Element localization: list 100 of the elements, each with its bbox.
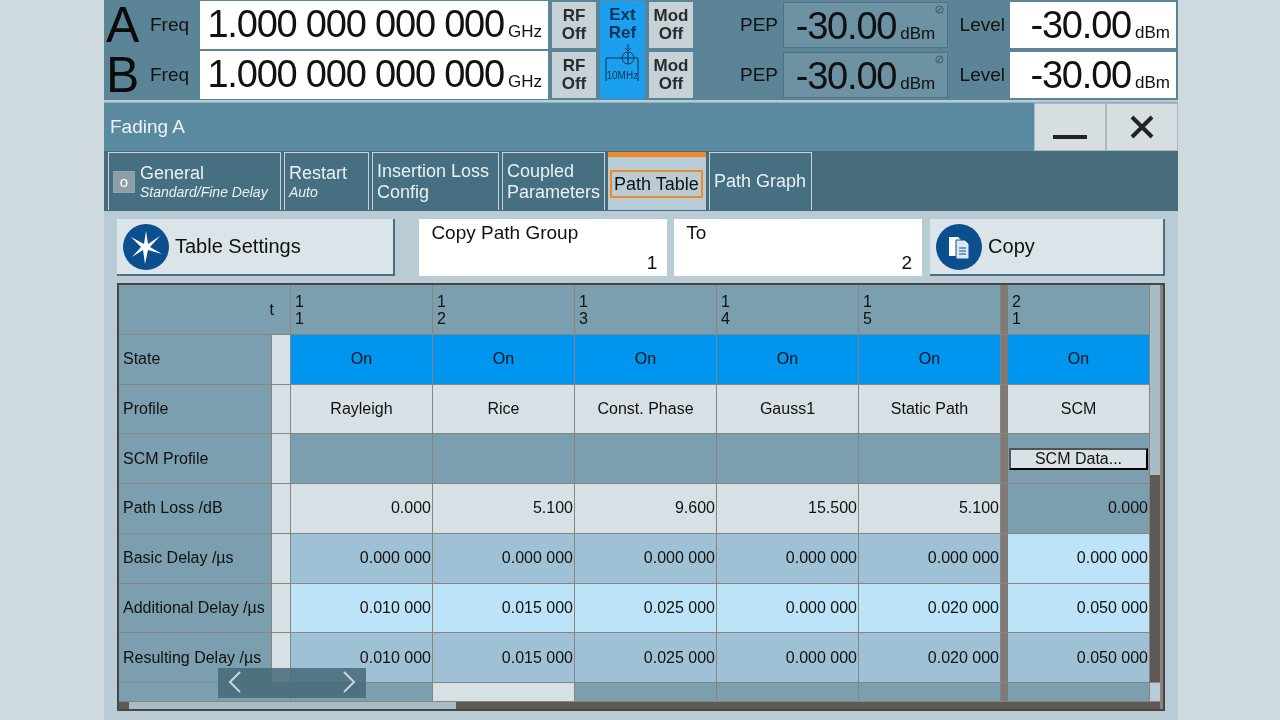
vertical-scrollbar[interactable]	[1150, 285, 1160, 682]
table-cell[interactable]: 5.100	[433, 484, 574, 533]
column-header: 1 3	[575, 285, 716, 334]
column-header: 1 5	[859, 285, 1000, 334]
table-cell[interactable]: 0.000 000	[859, 533, 1000, 583]
freq-label: Freq	[150, 14, 191, 36]
status-indicator: o	[113, 170, 135, 193]
state-cell[interactable]: On	[859, 335, 1000, 384]
tab[interactable]: Restart Auto	[284, 152, 369, 210]
mod-button[interactable]: Mod Off	[649, 52, 693, 98]
table-cell[interactable]: 0.000 000	[717, 633, 858, 682]
state-cell[interactable]: On	[291, 335, 432, 384]
state-cell[interactable]: On	[575, 335, 716, 384]
table-cell	[272, 583, 290, 633]
table-cell[interactable]: 0.000 000	[1001, 533, 1149, 583]
table-cell	[272, 484, 290, 533]
channel-letter: B	[105, 51, 141, 99]
pep-label: PEP	[739, 14, 779, 36]
level-label: Level	[959, 64, 1006, 86]
row-label: Additional Delay /µs	[119, 583, 271, 633]
table-cell[interactable]: 15.500	[717, 484, 858, 533]
pep-display: -30.00 dBm	[783, 2, 948, 48]
table-cell	[272, 434, 290, 484]
tab[interactable]: Path Graph	[709, 152, 812, 210]
minimize-icon	[1053, 135, 1087, 139]
copy-icon	[936, 223, 983, 270]
scm-data-button[interactable]: SCM Data...	[1009, 447, 1148, 470]
rf-button[interactable]: RF Off	[552, 52, 596, 98]
level-field[interactable]: -30.00 dBm	[1010, 52, 1176, 98]
frequency-field[interactable]: 1.000 000 000 000 GHz	[200, 1, 548, 49]
table-cell[interactable]: 0.000 000	[717, 583, 858, 633]
blocked-icon	[935, 55, 944, 64]
dialog-title: Fading A	[109, 116, 186, 138]
table-cell[interactable]: 0.000	[1001, 484, 1149, 533]
starburst-icon	[123, 223, 169, 270]
table-cell[interactable]: Gauss1	[717, 384, 858, 434]
close-icon	[1130, 115, 1154, 139]
scrollbar-thumb[interactable]	[129, 702, 456, 709]
table-cell[interactable]: 0.025 000	[575, 583, 716, 633]
tab[interactable]: Insertion Loss Config	[372, 152, 499, 210]
minimize-button[interactable]	[1034, 103, 1106, 151]
table-cell[interactable]: SCM	[1001, 384, 1149, 434]
row-label: Resulting Delay /µs	[119, 633, 271, 682]
row-label: SCM Profile	[119, 434, 271, 484]
table-cell[interactable]: 0.000	[291, 484, 432, 533]
table-cell[interactable]: Const. Phase	[575, 384, 716, 434]
tab[interactable]: Path Table	[608, 152, 706, 210]
column-header: 1 2	[433, 285, 574, 334]
table-cell[interactable]: 0.000 000	[433, 533, 574, 583]
horizontal-scrollbar[interactable]	[119, 702, 1160, 709]
pep-display: -30.00 dBm	[783, 52, 948, 98]
row-label: Basic Delay /µs	[119, 533, 271, 583]
close-button[interactable]	[1106, 103, 1178, 151]
table-cell[interactable]: 0.000 000	[717, 533, 858, 583]
chevron-right-icon	[340, 669, 358, 694]
copy-button[interactable]: Copy	[930, 219, 1165, 276]
pep-label: PEP	[739, 64, 779, 86]
state-cell[interactable]: On	[1001, 335, 1149, 384]
table-cell[interactable]: 9.600	[575, 484, 716, 533]
chevron-left-icon	[226, 669, 244, 694]
table-cell[interactable]: 0.000 000	[575, 533, 716, 583]
frequency-field[interactable]: 1.000 000 000 000 GHz	[200, 51, 548, 99]
mod-button[interactable]: Mod Off	[649, 2, 693, 48]
row-label: Profile	[119, 384, 271, 434]
tab[interactable]: Coupled Parameters	[502, 152, 605, 210]
column-header: t	[269, 301, 274, 319]
table-cell	[272, 335, 290, 384]
copy-path-group-field[interactable]: Copy Path Group 1	[419, 219, 668, 276]
table-cell	[272, 533, 290, 583]
table-settings-button[interactable]: Table Settings	[117, 219, 395, 276]
table-cell[interactable]: 0.000 000	[291, 533, 432, 583]
table-cell[interactable]: 0.050 000	[1001, 583, 1149, 633]
scrollbar-thumb[interactable]	[1150, 285, 1160, 475]
scrollbar-corner	[1150, 683, 1160, 701]
table-cell[interactable]: 0.025 000	[575, 633, 716, 682]
table-cell[interactable]: 0.020 000	[859, 633, 1000, 682]
table-cell	[272, 384, 290, 434]
state-cell[interactable]: On	[717, 335, 858, 384]
column-header: 2 1	[1001, 285, 1149, 334]
column-header: 1 4	[717, 285, 858, 334]
state-cell[interactable]: On	[433, 335, 574, 384]
row-label: Path Loss /dB	[119, 484, 271, 533]
blocked-icon	[935, 5, 944, 14]
row-label: State	[119, 335, 271, 384]
table-cell[interactable]: 0.015 000	[433, 633, 574, 682]
table-cell[interactable]: Static Path	[859, 384, 1000, 434]
table-cell[interactable]: 0.050 000	[1001, 633, 1149, 682]
table-cell[interactable]: Rice	[433, 384, 574, 434]
table-cell[interactable]: 5.100	[859, 484, 1000, 533]
table-cell[interactable]: 0.020 000	[859, 583, 1000, 633]
column-header: 1 1	[291, 285, 432, 334]
table-cell[interactable]: 0.015 000	[433, 583, 574, 633]
level-field[interactable]: -30.00 dBm	[1010, 2, 1176, 48]
ext-ref-button[interactable]: Ext Ref 10MHz	[600, 1, 645, 99]
channel-letter: A	[105, 1, 141, 49]
copy-to-field[interactable]: To 2	[674, 219, 923, 276]
table-cell[interactable]: 0.010 000	[291, 583, 432, 633]
freq-label: Freq	[150, 64, 191, 86]
rf-button[interactable]: RF Off	[552, 2, 596, 48]
table-cell[interactable]: Rayleigh	[291, 384, 432, 434]
